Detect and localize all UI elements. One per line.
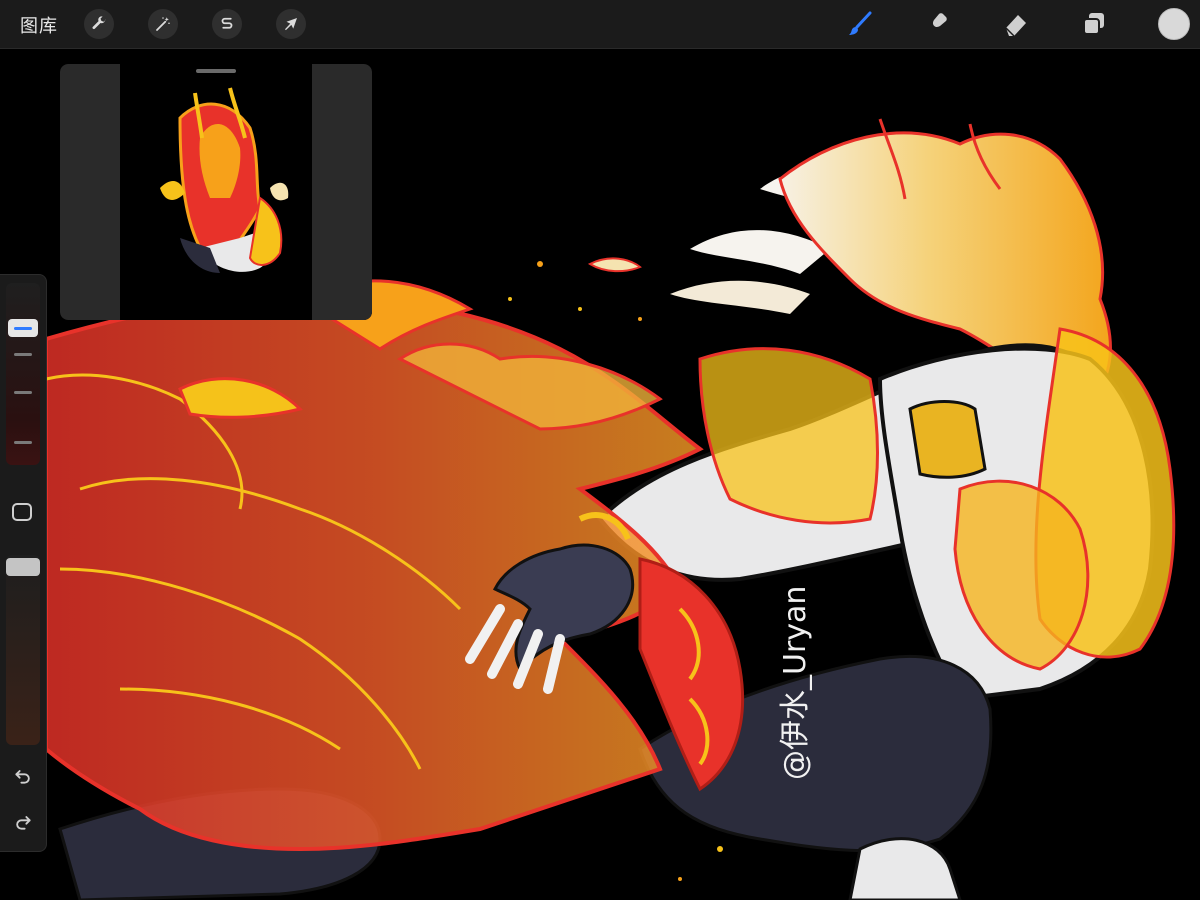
- undo-icon: [15, 770, 30, 784]
- transform-button[interactable]: [276, 9, 306, 39]
- eraser-icon: [1005, 15, 1026, 37]
- redo-icon: [16, 816, 31, 830]
- brush-opacity-slider[interactable]: [6, 555, 40, 745]
- reference-window[interactable]: [60, 64, 372, 320]
- smudge-tool-button[interactable]: [922, 8, 954, 40]
- smudge-icon: [932, 13, 947, 36]
- brush-sidebar: [0, 274, 47, 852]
- reference-panel-right: [312, 64, 372, 320]
- adjustments-button[interactable]: [148, 9, 178, 39]
- gallery-button[interactable]: 图库: [20, 12, 58, 38]
- size-tick: [14, 353, 32, 356]
- selection-s-icon: [221, 17, 233, 29]
- brush-icon: [849, 11, 872, 35]
- color-picker-button[interactable]: [1158, 8, 1190, 40]
- layers-icon: [1083, 13, 1104, 35]
- eraser-tool-button[interactable]: [1000, 8, 1032, 40]
- reference-drag-handle[interactable]: [196, 69, 236, 73]
- wrench-icon: [92, 16, 106, 30]
- brush-tool-button[interactable]: [844, 8, 876, 40]
- reference-thumbnail: [160, 87, 289, 273]
- top-toolbar: 图库: [0, 0, 1200, 49]
- brush-opacity-thumb[interactable]: [6, 558, 40, 577]
- redo-button[interactable]: [10, 809, 36, 835]
- magic-wand-icon: [156, 17, 170, 31]
- brush-size-slider[interactable]: [6, 283, 40, 465]
- actions-button[interactable]: [84, 9, 114, 39]
- selection-button[interactable]: [212, 9, 242, 39]
- layers-button[interactable]: [1078, 8, 1110, 40]
- size-tick: [14, 391, 32, 394]
- brush-size-thumb[interactable]: [8, 319, 38, 338]
- arrow-cursor-icon: [285, 18, 297, 31]
- size-tick: [14, 441, 32, 444]
- modify-button[interactable]: [12, 503, 32, 521]
- undo-button[interactable]: [10, 763, 36, 789]
- artist-watermark: @伊水_Uryan: [778, 585, 813, 780]
- reference-panel-left: [60, 64, 120, 320]
